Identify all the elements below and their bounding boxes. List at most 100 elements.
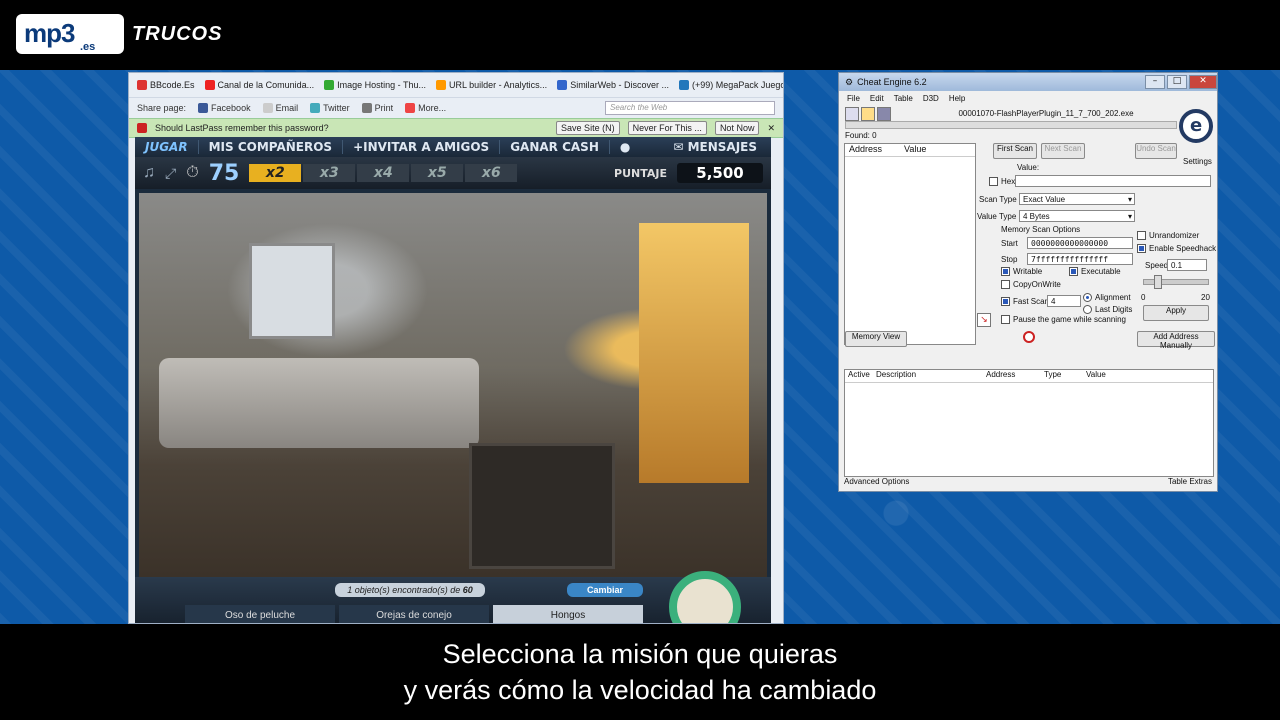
apply-button[interactable]: Apply — [1143, 305, 1209, 321]
settings-link[interactable]: Settings — [1183, 157, 1212, 166]
multiplier-x6: x6 — [465, 164, 518, 182]
fast-scan-input[interactable]: 4 — [1047, 295, 1081, 307]
minimize-icon[interactable]: – — [1145, 75, 1165, 89]
menu-d3d[interactable]: D3D — [923, 94, 939, 103]
nav-jugar[interactable]: JUGAR — [135, 140, 199, 154]
enable-speedhack-checkbox[interactable]: Enable Speedhack — [1137, 244, 1217, 254]
speed-slider[interactable] — [1143, 275, 1209, 289]
undo-scan-button[interactable]: Undo Scan — [1135, 143, 1177, 159]
writable-check[interactable] — [1001, 267, 1010, 277]
stop-label: Stop — [1001, 255, 1018, 264]
share-facebook[interactable]: Facebook — [198, 103, 251, 113]
music-icon[interactable]: ♫ — [143, 164, 155, 182]
ce-toolbar — [845, 107, 891, 121]
bookmark-youtube[interactable]: Canal de la Comunida... — [204, 80, 314, 90]
next-scan-button[interactable]: Next Scan — [1041, 143, 1085, 159]
lastpass-notification: Should LastPass remember this password? … — [129, 118, 783, 138]
nav-mensajes[interactable]: ✉ MENSAJES — [673, 140, 771, 154]
bookmark-similarweb[interactable]: SimilarWeb - Discover ... — [557, 80, 669, 90]
save-site-button[interactable]: Save Site (N) — [556, 121, 620, 135]
enable-speedhack-label: Enable Speedhack — [1149, 244, 1217, 253]
last-digits-radio[interactable]: Last Digits — [1083, 305, 1132, 315]
memory-view-button[interactable]: Memory View — [845, 331, 907, 347]
advanced-options-link[interactable]: Advanced Options — [844, 477, 909, 489]
table-extras-link[interactable]: Table Extras — [1168, 477, 1212, 489]
logo-text: mp3 — [24, 18, 75, 48]
alignment-radio-dot[interactable] — [1083, 293, 1092, 303]
value-input[interactable] — [1015, 175, 1211, 187]
not-now-button[interactable]: Not Now — [714, 121, 760, 135]
copyonwrite-check[interactable] — [1001, 280, 1010, 290]
writable-checkbox[interactable]: Writable — [1001, 267, 1042, 277]
task-item[interactable]: Oso de peluche — [185, 605, 335, 623]
plus-icon — [405, 103, 416, 113]
fast-scan-check[interactable] — [1001, 297, 1010, 307]
save-icon[interactable] — [877, 107, 891, 121]
hex-checkbox[interactable]: Hex — [989, 177, 1015, 187]
start-address-input[interactable]: 0000000000000000 — [1027, 237, 1133, 249]
value-type-select[interactable]: 4 Bytes ▾ — [1019, 210, 1135, 222]
open-file-icon[interactable] — [861, 107, 875, 121]
unrandomizer-check[interactable] — [1137, 231, 1146, 241]
speed-slider-thumb[interactable] — [1154, 275, 1163, 289]
ce-menu-bar: File Edit Table D3D Help — [839, 91, 1217, 105]
menu-help[interactable]: Help — [949, 94, 965, 103]
nav-ganar-cash[interactable]: GANAR CASH — [500, 140, 610, 154]
cheat-table[interactable]: Active Description Address Type Value — [844, 369, 1214, 477]
stop-icon[interactable] — [1023, 331, 1035, 343]
nav-invitar-amigos[interactable]: +INVITAR A AMIGOS — [343, 140, 501, 154]
executable-checkbox[interactable]: Executable — [1069, 267, 1121, 277]
close-icon[interactable]: ✕ — [767, 123, 775, 134]
hex-check[interactable] — [989, 177, 998, 187]
col-value: Value — [1086, 370, 1106, 379]
scan-type-value: Exact Value — [1023, 195, 1066, 204]
cambiar-button[interactable]: Cambiar — [567, 583, 643, 597]
share-email[interactable]: Email — [262, 103, 298, 113]
bookmark-image-hosting[interactable]: Image Hosting - Thu... — [324, 80, 426, 90]
search-input[interactable]: Search the Web — [605, 101, 775, 115]
pointer-scan-icon[interactable]: ↘ — [977, 313, 991, 327]
stopwatch-icon: ⏱ — [186, 164, 199, 181]
enable-speedhack-check[interactable] — [1137, 244, 1146, 254]
maximize-icon[interactable]: □ — [1167, 75, 1187, 89]
ce-footer: Advanced Options Table Extras — [844, 477, 1212, 489]
copyonwrite-checkbox[interactable]: CopyOnWrite — [1001, 280, 1061, 290]
avatar[interactable] — [669, 571, 741, 623]
hidden-object-scene[interactable] — [139, 193, 767, 583]
menu-table[interactable]: Table — [894, 94, 913, 103]
menu-file[interactable]: File — [847, 94, 860, 103]
page-icon — [679, 80, 690, 90]
email-icon — [262, 103, 273, 113]
ce-title: Cheat Engine 6.2 — [857, 77, 927, 87]
globe-icon[interactable]: ● — [610, 140, 640, 154]
nav-mis-companeros[interactable]: MIS COMPAÑEROS — [199, 140, 344, 154]
stop-address-input[interactable]: 7fffffffffffffff — [1027, 253, 1133, 265]
pause-game-check[interactable] — [1001, 315, 1010, 325]
alignment-radio[interactable]: Alignment — [1083, 293, 1131, 303]
add-address-manually-button[interactable]: Add Address Manually — [1137, 331, 1215, 350]
bookmark-bbcode[interactable]: BBcode.Es — [137, 80, 195, 90]
bookmark-url-builder[interactable]: URL builder - Analytics... — [435, 80, 547, 90]
bookmark-megapack[interactable]: (+99) MegaPack Juego... — [679, 80, 783, 90]
task-item-active[interactable]: Hongos — [493, 605, 643, 623]
pause-game-checkbox[interactable]: Pause the game while scanning — [1001, 315, 1126, 325]
executable-check[interactable] — [1069, 267, 1078, 277]
open-process-icon[interactable] — [845, 107, 859, 121]
copyonwrite-label: CopyOnWrite — [1013, 280, 1061, 289]
never-for-this-button[interactable]: Never For This ... — [627, 121, 707, 135]
found-address-list[interactable]: Address Value — [844, 143, 976, 345]
share-print[interactable]: Print — [361, 103, 393, 113]
last-digits-radio-dot[interactable] — [1083, 305, 1092, 315]
share-twitter[interactable]: Twitter — [310, 103, 350, 113]
close-icon[interactable]: ✕ — [1189, 75, 1217, 89]
share-more[interactable]: More... — [405, 103, 446, 113]
mp3-logo-mark: mp3 .es — [16, 14, 124, 54]
fast-scan-checkbox[interactable]: Fast Scan — [1001, 297, 1049, 307]
speed-input[interactable]: 0.1 — [1167, 259, 1207, 271]
unrandomizer-checkbox[interactable]: Unrandomizer — [1137, 231, 1199, 241]
fullscreen-icon[interactable]: ⤢ — [165, 165, 176, 182]
first-scan-button[interactable]: First Scan — [993, 143, 1037, 159]
task-item[interactable]: Orejas de conejo — [339, 605, 489, 623]
menu-edit[interactable]: Edit — [870, 94, 884, 103]
scan-type-select[interactable]: Exact Value ▾ — [1019, 193, 1135, 205]
